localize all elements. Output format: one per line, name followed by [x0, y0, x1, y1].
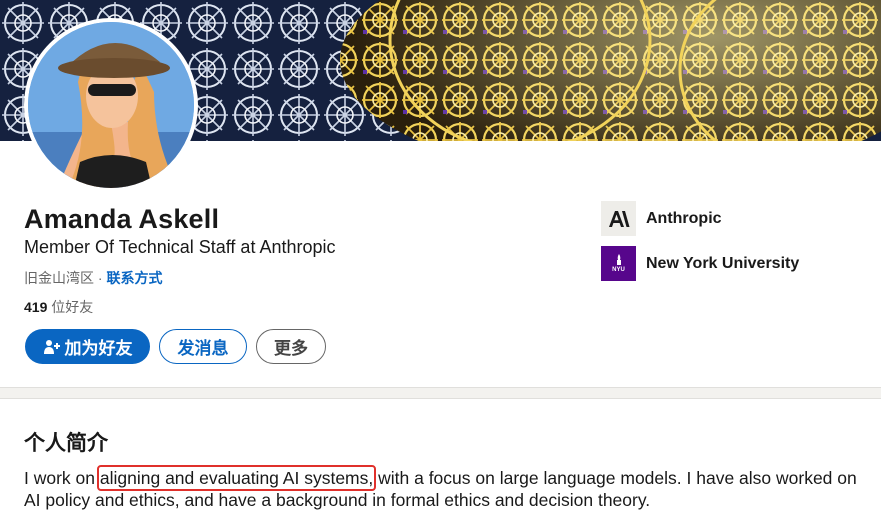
contact-info-link[interactable]: 联系方式: [106, 270, 162, 286]
location-text: 旧金山湾区: [24, 270, 94, 286]
separator-dot: ·: [94, 270, 107, 286]
company-name: Anthropic: [646, 209, 722, 227]
highlighted-phrase: aligning and evaluating AI systems,: [96, 465, 377, 491]
friends-label: 位好友: [47, 299, 94, 315]
profile-name: Amanda Askell: [24, 204, 220, 234]
experience-item-anthropic[interactable]: Anthropic: [601, 201, 722, 236]
anthropic-logo-icon: [601, 201, 636, 236]
about-title: 个人简介: [24, 432, 108, 455]
friends-number: 419: [24, 299, 48, 315]
add-friend-label: 加为好友: [64, 339, 133, 358]
about-section: 个人简介 I work on aligning and evaluating A…: [0, 398, 881, 531]
message-button[interactable]: 发消息: [159, 329, 247, 364]
add-person-icon: [43, 339, 61, 355]
experience-item-nyu[interactable]: NYU New York University: [601, 246, 799, 281]
connections-count[interactable]: 419 位好友: [24, 297, 93, 317]
about-text-before: I work on: [24, 468, 100, 488]
nyu-logo-icon: NYU: [601, 246, 636, 281]
add-friend-button[interactable]: 加为好友: [25, 329, 150, 364]
profile-avatar[interactable]: [24, 18, 198, 192]
about-text: I work on aligning and evaluating AI sys…: [24, 465, 874, 511]
more-button[interactable]: 更多: [256, 329, 326, 364]
nyu-logo-text: NYU: [612, 267, 625, 273]
profile-headline: Member Of Technical Staff at Anthropic: [24, 237, 336, 257]
school-name: New York University: [646, 254, 800, 272]
profile-card: Amanda Askell Member Of Technical Staff …: [0, 0, 881, 388]
location-line: 旧金山湾区 · 联系方式: [24, 268, 162, 288]
